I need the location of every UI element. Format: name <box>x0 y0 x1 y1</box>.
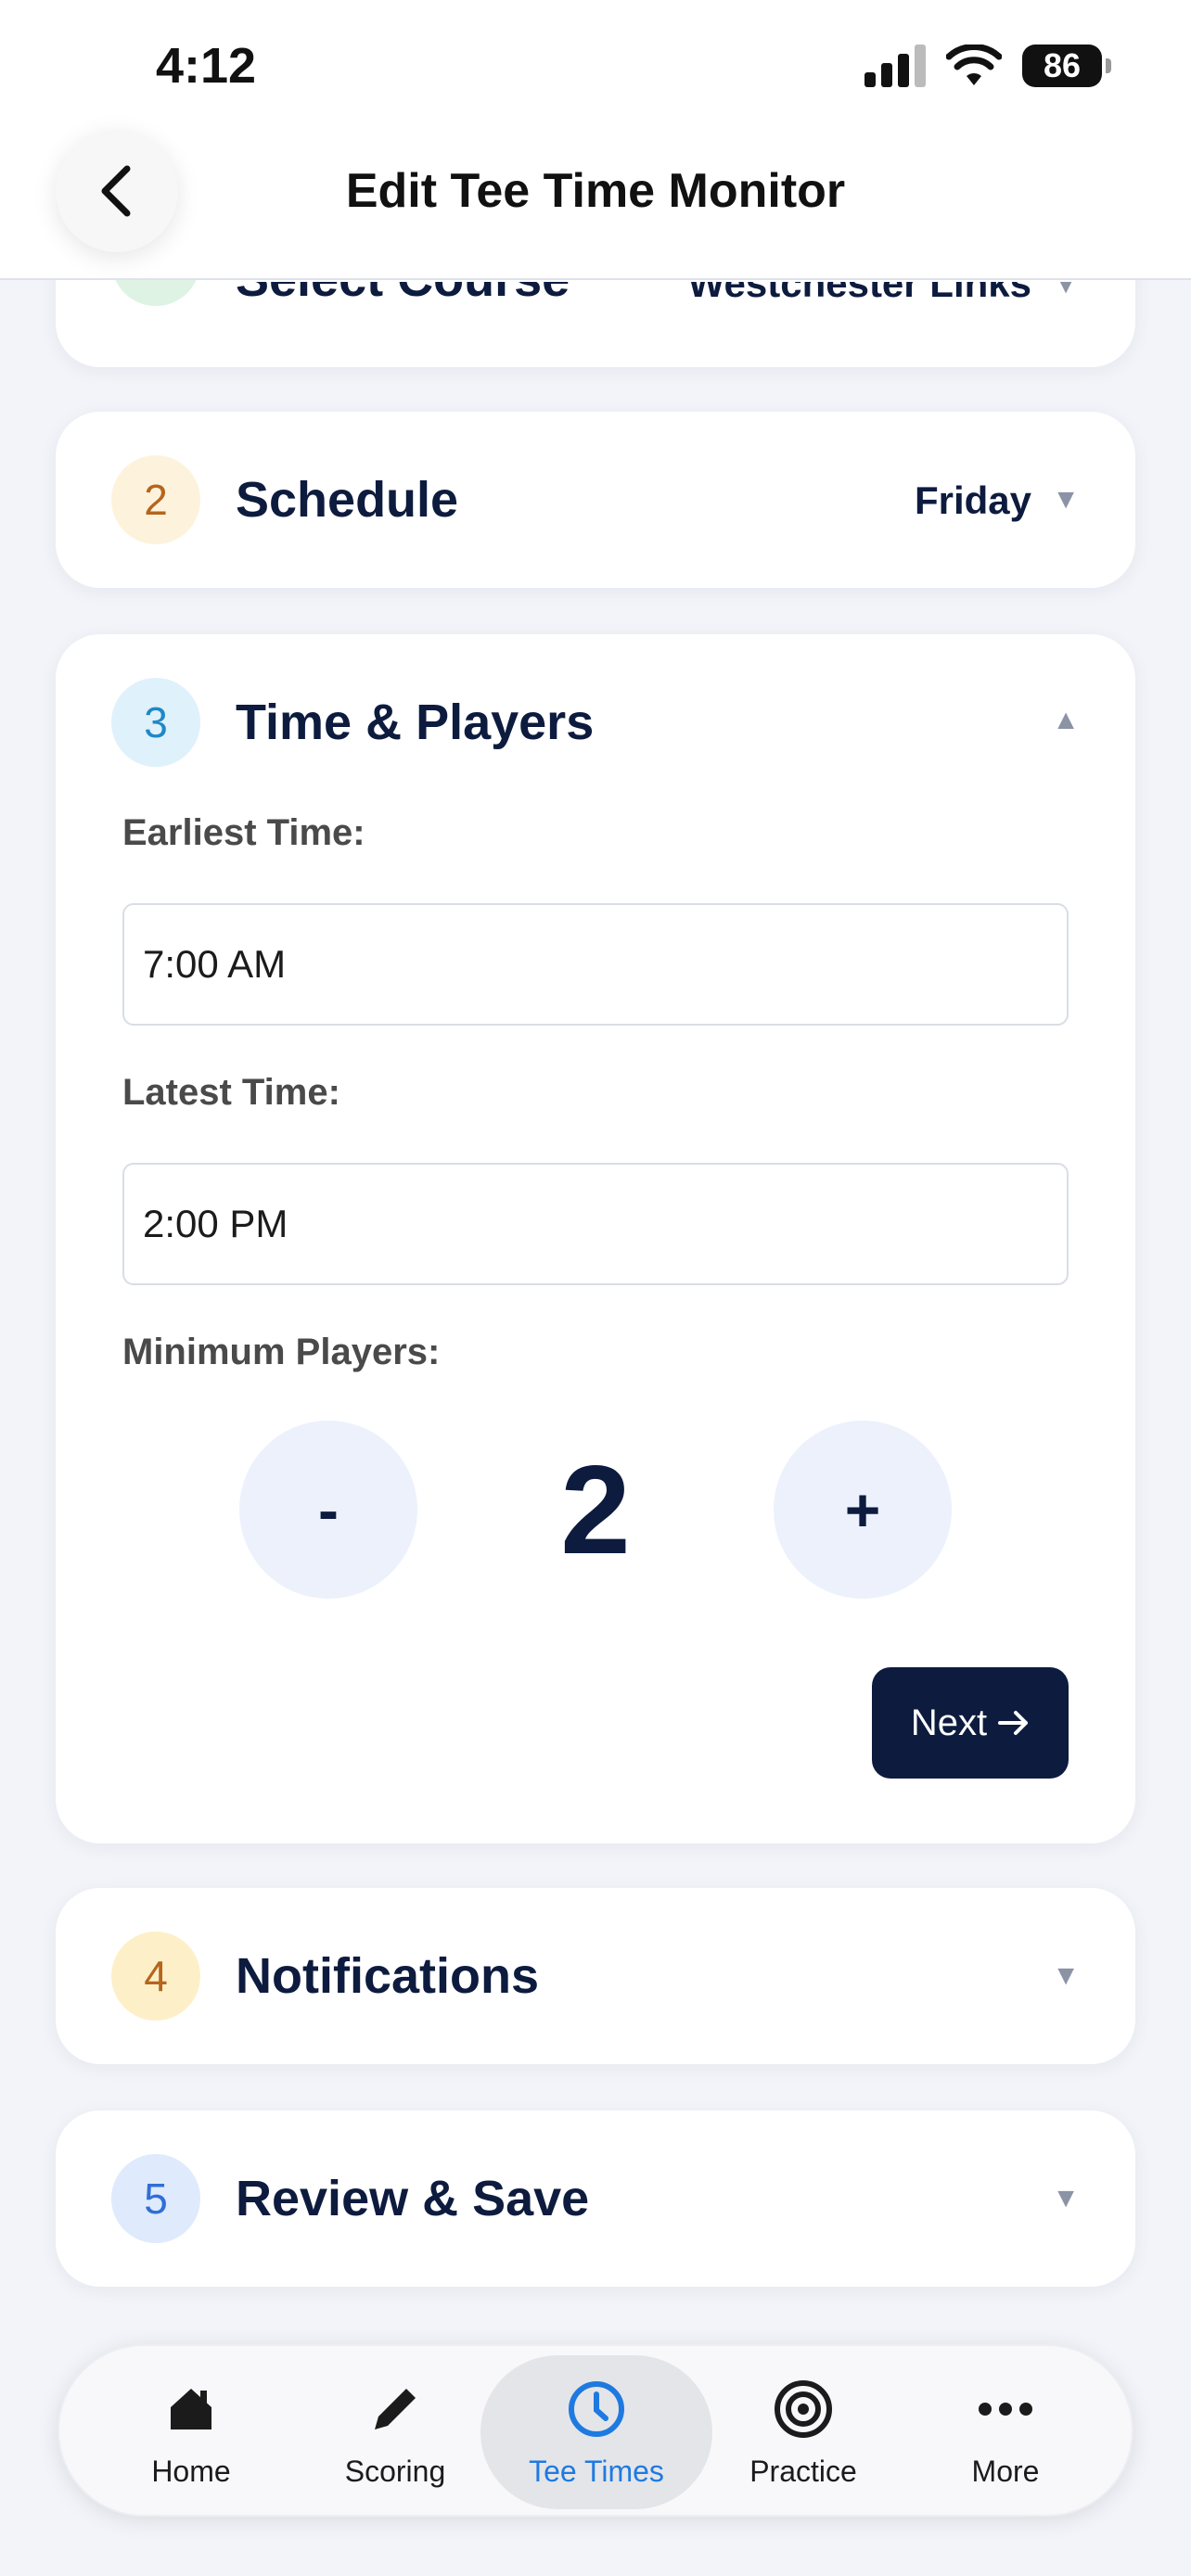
tab-tee-times[interactable]: Tee Times <box>480 2355 712 2509</box>
wifi-icon <box>946 45 1002 85</box>
screen: 1 Select Course Select Course Westcheste… <box>0 0 1191 2576</box>
increment-players-button[interactable]: + <box>774 1421 952 1599</box>
tab-scoring[interactable]: Scoring <box>301 2355 490 2509</box>
tab-label-home: Home <box>151 2454 231 2488</box>
step-title-time-players: Time & Players <box>236 695 595 750</box>
caret-down-icon: ▼ <box>1052 484 1080 515</box>
pencil-icon <box>363 2377 428 2442</box>
tab-home[interactable]: Home <box>96 2355 286 2509</box>
latest-time-field[interactable]: 2:00 PM <box>122 1163 1069 1285</box>
status-time: 4:12 <box>156 38 257 94</box>
tab-label-scoring: Scoring <box>344 2454 446 2488</box>
tab-more[interactable]: More <box>911 2355 1100 2509</box>
step-title-notifications: Notifications <box>236 1948 540 2004</box>
players-count: 2 <box>560 1439 631 1580</box>
target-icon <box>771 2377 836 2442</box>
step-badge-5: 5 <box>111 2154 200 2243</box>
step-card-schedule[interactable]: 2 Schedule Friday ▼ <box>56 412 1135 588</box>
step-value-schedule: Friday <box>914 478 1031 522</box>
signal-icon <box>864 45 926 87</box>
top-bar: 4:12 86 Edit Tee Time Monitor <box>0 0 1191 280</box>
step-card-notifications[interactable]: 4 Notifications ▼ <box>56 1888 1135 2064</box>
more-icon <box>973 2377 1038 2442</box>
latest-time-label: Latest Time: <box>122 1072 340 1113</box>
step-title-schedule: Schedule <box>236 472 459 528</box>
step-value-course-strip: Westchester Links <box>687 282 1031 305</box>
status-icons: 86 <box>864 45 1111 87</box>
step-card-time-players: 3 Time & Players ▲ Earliest Time: 7:00 A… <box>56 634 1135 1843</box>
clock-icon <box>564 2377 629 2442</box>
step-title-select-course-strip: Select Course <box>236 282 570 308</box>
caret-up-icon[interactable]: ▲ <box>1052 705 1080 736</box>
tab-bar: Home Scoring Tee Times Practice More <box>58 2344 1133 2517</box>
minimum-players-label: Minimum Players: <box>122 1332 441 1372</box>
step-1-visible-strip[interactable]: 1 Select Course Westchester Links ▼ <box>56 282 1135 367</box>
page-title: Edit Tee Time Monitor <box>345 164 846 218</box>
battery-indicator: 86 <box>1022 45 1111 87</box>
step-badge-3: 3 <box>111 678 200 767</box>
caret-down-icon: ▼ <box>1052 2183 1080 2213</box>
step-badge-2: 2 <box>111 455 200 544</box>
caret-down-icon: ▼ <box>1052 1960 1080 1991</box>
next-button-label: Next <box>910 1702 988 1743</box>
arrow-right-icon <box>998 1711 1029 1735</box>
tab-label-practice: Practice <box>749 2454 857 2488</box>
step-title-review-save: Review & Save <box>236 2171 590 2226</box>
tab-label-more: More <box>971 2454 1040 2488</box>
tab-practice[interactable]: Practice <box>709 2355 898 2509</box>
caret-down-icon: ▼ <box>1052 282 1080 300</box>
step-badge-4: 4 <box>111 1932 200 2021</box>
step-card-review-save[interactable]: 5 Review & Save ▼ <box>56 2111 1135 2287</box>
next-button[interactable]: Next <box>872 1667 1069 1779</box>
tab-label-tee-times: Tee Times <box>529 2454 664 2488</box>
earliest-time-field[interactable]: 7:00 AM <box>122 903 1069 1026</box>
home-icon <box>159 2377 224 2442</box>
step-badge-1-visible: 1 <box>111 282 200 304</box>
earliest-time-label: Earliest Time: <box>122 812 365 853</box>
